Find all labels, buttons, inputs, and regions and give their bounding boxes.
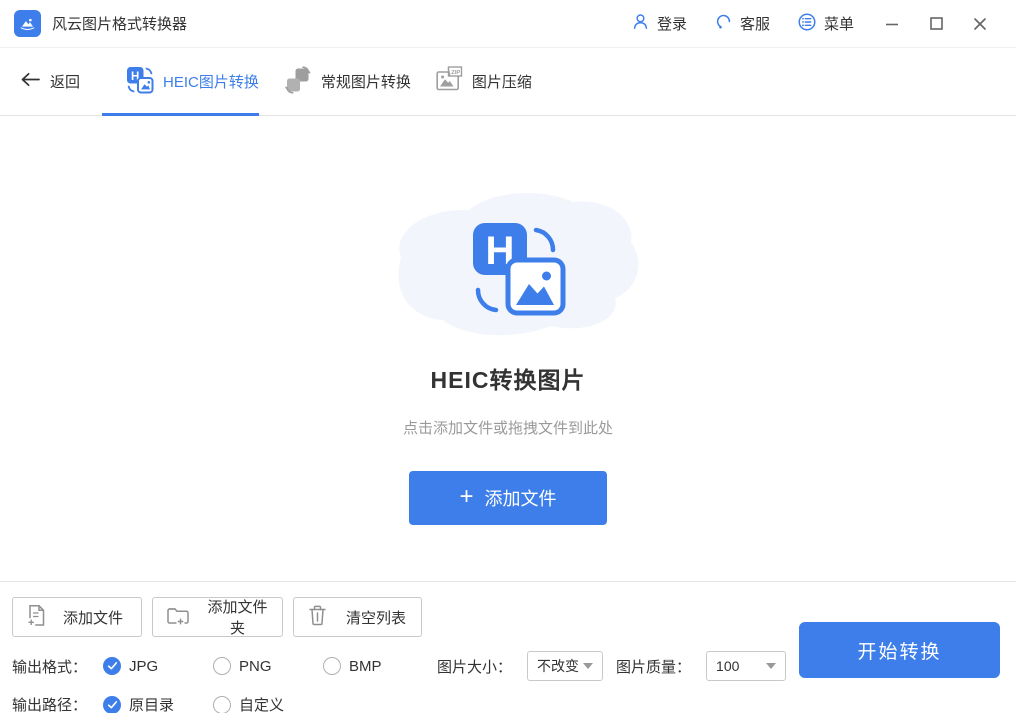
drop-zone[interactable]: H HEIC转换图片 点击添加文件或拖拽文件到此处 + 添加文件 <box>0 116 1016 581</box>
app-window: 风云图片格式转换器 登录 客服 <box>0 0 1016 713</box>
back-button[interactable]: 返回 <box>20 71 80 92</box>
login-label: 登录 <box>657 13 687 34</box>
drop-zone-hint: 点击添加文件或拖拽文件到此处 <box>403 417 613 438</box>
tabbar: 返回 H HEIC图片转换 <box>0 48 1016 116</box>
add-files-button-label: 添加文件 <box>485 485 557 511</box>
menu-label: 菜单 <box>824 13 854 34</box>
trash-icon <box>307 604 328 630</box>
format-jpg-label: JPG <box>129 658 158 675</box>
close-button[interactable] <box>958 8 1002 40</box>
heic-convert-illustration: H <box>373 180 643 340</box>
back-label: 返回 <box>50 71 80 92</box>
tab-regular-convert[interactable]: 常规图片转换 <box>284 48 411 115</box>
format-png-label: PNG <box>239 658 272 675</box>
image-size-dropdown[interactable]: 不改变 <box>527 651 603 681</box>
start-convert-button[interactable]: 开始转换 <box>799 622 1000 678</box>
image-size-label: 图片大小： <box>437 656 512 677</box>
maximize-button[interactable] <box>914 8 958 40</box>
format-bmp-label: BMP <box>349 658 382 675</box>
user-icon <box>631 12 650 35</box>
titlebar-actions: 登录 客服 菜单 <box>604 8 1002 40</box>
tab-compress-label: 图片压缩 <box>472 71 532 92</box>
format-option-bmp[interactable]: BMP <box>323 657 433 675</box>
bottom-panel: 添加文件 添加文件夹 <box>0 581 1016 713</box>
folder-plus-icon <box>166 604 190 630</box>
chevron-down-icon <box>766 663 776 669</box>
output-path-row: 输出路径： 原目录 自定义 <box>12 694 1000 713</box>
path-option-custom[interactable]: 自定义 <box>213 694 323 713</box>
headset-icon <box>714 12 733 35</box>
regular-convert-icon <box>284 66 312 98</box>
customer-service-label: 客服 <box>740 13 770 34</box>
image-quality-dropdown[interactable]: 100 <box>706 651 786 681</box>
radio-unchecked-icon <box>213 657 231 675</box>
format-option-png[interactable]: PNG <box>213 657 323 675</box>
chevron-down-icon <box>583 663 593 669</box>
image-size-value: 不改变 <box>537 656 579 676</box>
radio-unchecked-icon <box>213 696 231 713</box>
minimize-button[interactable] <box>870 8 914 40</box>
add-folder-button[interactable]: 添加文件夹 <box>152 597 283 637</box>
app-logo-icon <box>14 10 41 37</box>
menu-icon <box>797 12 817 36</box>
compress-icon: ZIP <box>436 66 463 97</box>
window-controls <box>870 8 1002 40</box>
path-original-label: 原目录 <box>129 694 174 713</box>
output-path-label: 输出路径： <box>12 694 103 713</box>
path-custom-label: 自定义 <box>239 694 284 713</box>
tab-regular-label: 常规图片转换 <box>321 71 411 92</box>
tab-heic-label: HEIC图片转换 <box>163 71 259 92</box>
customer-service-button[interactable]: 客服 <box>714 12 770 35</box>
arrow-left-icon <box>20 71 41 92</box>
add-file-button[interactable]: 添加文件 <box>12 597 142 637</box>
heic-convert-icon: H <box>126 66 154 98</box>
file-plus-icon <box>26 604 48 631</box>
drop-zone-title: HEIC转换图片 <box>431 361 586 395</box>
clear-list-label: 清空列表 <box>346 607 406 628</box>
svg-text:ZIP: ZIP <box>451 70 460 76</box>
add-folder-label: 添加文件夹 <box>205 596 270 638</box>
menu-button[interactable]: 菜单 <box>797 12 854 36</box>
add-file-label: 添加文件 <box>63 607 123 628</box>
login-button[interactable]: 登录 <box>631 12 687 35</box>
radio-checked-icon <box>103 696 121 713</box>
image-quality-value: 100 <box>716 658 739 674</box>
format-option-jpg[interactable]: JPG <box>103 657 213 675</box>
app-title: 风云图片格式转换器 <box>52 13 187 34</box>
radio-unchecked-icon <box>323 657 341 675</box>
add-files-button[interactable]: + 添加文件 <box>409 471 607 525</box>
plus-icon: + <box>459 485 473 509</box>
output-format-label: 输出格式： <box>12 656 103 677</box>
tab-compress[interactable]: ZIP 图片压缩 <box>436 48 532 115</box>
titlebar: 风云图片格式转换器 登录 客服 <box>0 0 1016 48</box>
path-option-original[interactable]: 原目录 <box>103 694 213 713</box>
tab-heic-convert[interactable]: H HEIC图片转换 <box>126 48 259 115</box>
image-quality-label: 图片质量： <box>616 656 691 677</box>
clear-list-button[interactable]: 清空列表 <box>293 597 422 637</box>
radio-checked-icon <box>103 657 121 675</box>
